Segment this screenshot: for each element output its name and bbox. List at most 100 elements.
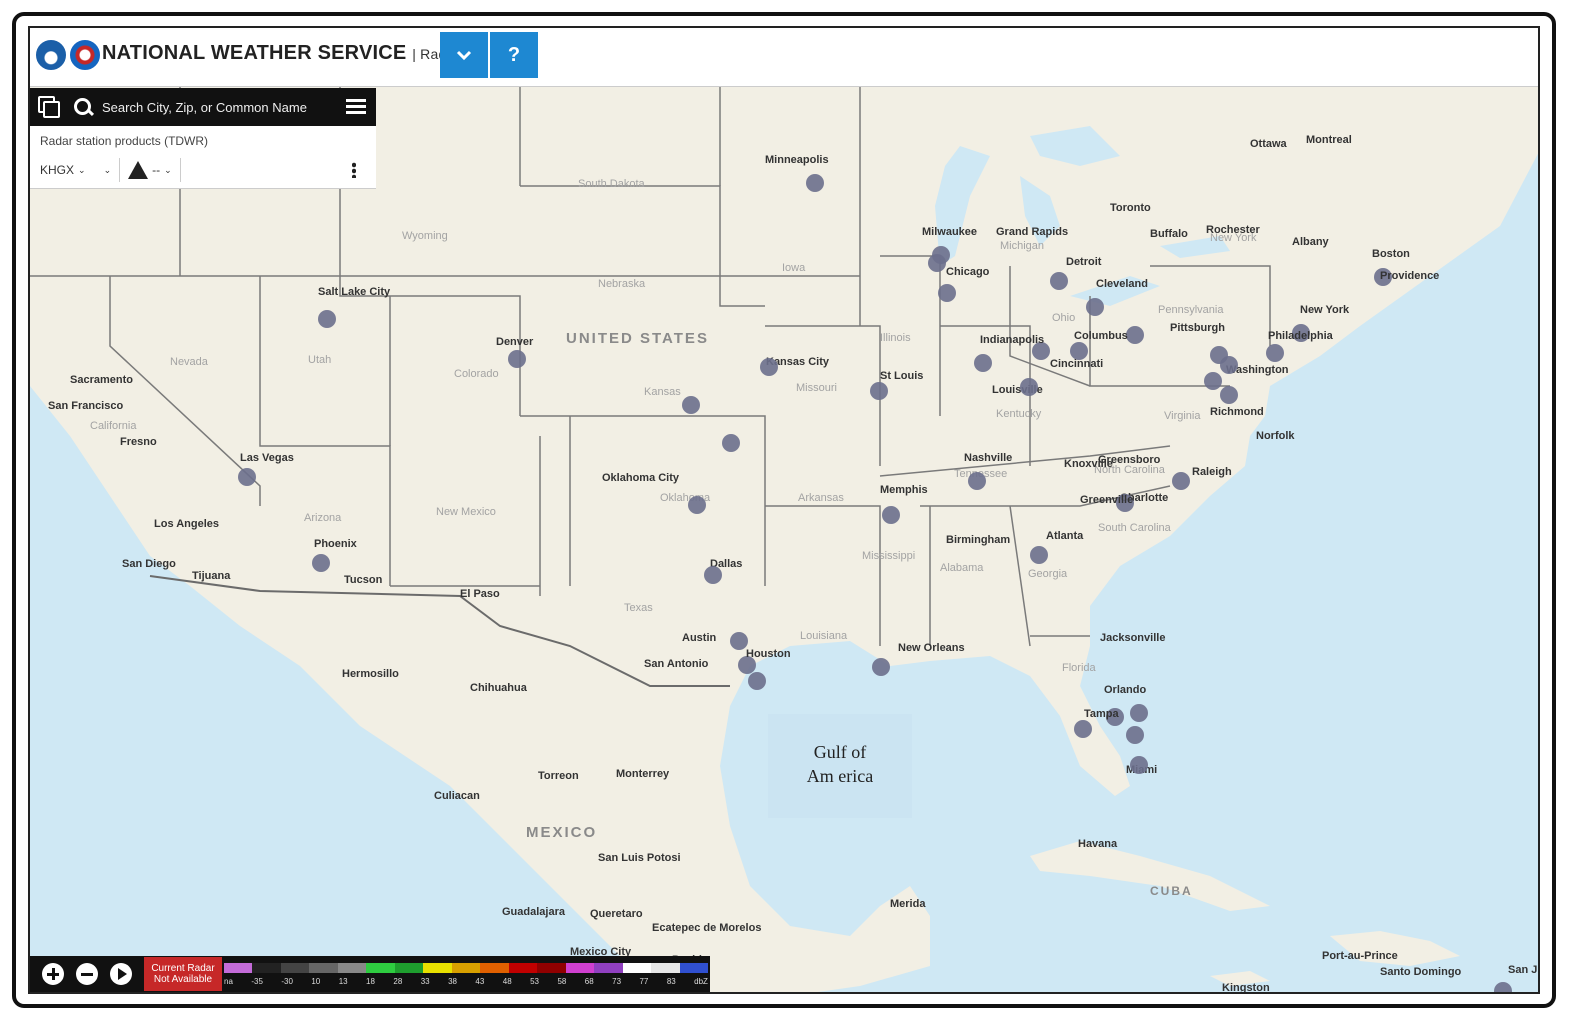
city-label: Indianapolis <box>980 334 1045 346</box>
radar-station-marker[interactable] <box>938 284 956 302</box>
radar-station-marker[interactable] <box>682 396 700 414</box>
city-label: Tucson <box>344 574 383 586</box>
state-label: Mississippi <box>862 550 916 562</box>
legend-tick: 48 <box>502 976 512 986</box>
legend-swatch <box>451 962 481 973</box>
radar-station-marker[interactable] <box>760 358 778 376</box>
radar-station-marker[interactable] <box>1204 372 1222 390</box>
radar-station-marker[interactable] <box>1130 756 1148 774</box>
radar-station-marker[interactable] <box>1126 326 1144 344</box>
search-input[interactable]: Search City, Zip, or Common Name <box>102 100 346 115</box>
legend-tick: dbZ <box>694 976 708 986</box>
legend-swatch <box>508 962 538 973</box>
legend-tick: na <box>224 976 233 986</box>
country-label-cuba: CUBA <box>1150 884 1193 898</box>
help-button[interactable]: ? <box>490 32 538 78</box>
radar-station-marker[interactable] <box>1130 704 1148 722</box>
legend-tick: 33 <box>420 976 430 986</box>
app-title-text: NATIONAL WEATHER SERVICE <box>102 42 407 64</box>
warning-icon <box>128 161 149 179</box>
more-options-icon[interactable] <box>352 162 356 178</box>
radar-station-marker[interactable] <box>748 672 766 690</box>
state-label: Kentucky <box>996 408 1042 420</box>
radar-station-marker[interactable] <box>872 658 890 676</box>
chevron-down-icon <box>456 50 472 61</box>
legend-ticks: na -35 -30 10 13 18 28 33 38 43 48 53 58 68 73 77 83 dbZ <box>224 977 708 986</box>
city-label: Birmingham <box>946 534 1011 546</box>
city-label: Queretaro <box>590 908 643 920</box>
radar-station-marker[interactable] <box>704 566 722 584</box>
radar-station-marker[interactable] <box>312 554 330 572</box>
chevron-down-icon: ⌄ <box>164 164 172 175</box>
radar-station-marker[interactable] <box>1220 386 1238 404</box>
radar-station-marker[interactable] <box>968 472 986 490</box>
state-label: Arizona <box>304 512 342 524</box>
alert-value: -- <box>152 163 161 177</box>
radar-station-marker[interactable] <box>1172 472 1190 490</box>
radar-station-marker[interactable] <box>1030 546 1048 564</box>
legend-tick: 58 <box>557 976 567 986</box>
app-viewport: UNITED STATES MEXICO CUBA South Dakota N… <box>28 26 1540 994</box>
city-label: Guadalajara <box>502 906 565 918</box>
menu-icon[interactable] <box>346 99 366 115</box>
radar-station-marker[interactable] <box>974 354 992 372</box>
legend-tick: -35 <box>251 976 263 986</box>
radar-station-marker[interactable] <box>238 468 256 486</box>
city-label: Chicago <box>946 266 990 278</box>
city-label: Rochester <box>1206 224 1260 236</box>
city-label: San Luis Potosi <box>598 852 681 864</box>
radar-station-marker[interactable] <box>1086 298 1104 316</box>
city-label: Denver <box>496 336 534 348</box>
city-label: San Francisco <box>48 400 124 412</box>
map-canvas[interactable]: UNITED STATES MEXICO CUBA South Dakota N… <box>30 86 1538 994</box>
city-label: El Paso <box>460 588 500 600</box>
status-line1: Current Radar <box>151 963 215 974</box>
zoom-in-button[interactable] <box>42 963 64 985</box>
radar-station-marker[interactable] <box>722 434 740 452</box>
radar-station-marker[interactable] <box>1126 726 1144 744</box>
radar-station-marker[interactable] <box>806 174 824 192</box>
legend-swatch <box>337 962 367 973</box>
legend-swatch <box>224 962 253 973</box>
city-label: St Louis <box>880 370 924 382</box>
city-label: New York <box>1300 304 1350 316</box>
radar-station-marker[interactable] <box>688 496 706 514</box>
radar-station-marker[interactable] <box>1220 356 1238 374</box>
state-label: Arkansas <box>798 492 844 504</box>
city-label: Torreon <box>538 770 579 782</box>
radar-station-marker[interactable] <box>882 506 900 524</box>
radar-station-marker[interactable] <box>1494 982 1512 992</box>
city-label: Kingston <box>1222 982 1270 994</box>
layers-icon[interactable] <box>38 96 60 118</box>
city-label: Austin <box>682 632 717 644</box>
radar-station-marker[interactable] <box>318 310 336 328</box>
alert-select[interactable]: -- ⌄ <box>128 161 172 179</box>
gulf-label-line2: Am erica <box>806 766 874 786</box>
city-label: Monterrey <box>616 768 670 780</box>
city-label: Minneapolis <box>765 154 829 166</box>
city-label: New Orleans <box>898 642 965 654</box>
radar-station-marker[interactable] <box>1050 272 1068 290</box>
radar-station-marker[interactable] <box>1020 378 1038 396</box>
legend-swatch <box>309 962 338 973</box>
reflectivity-legend: na -35 -30 10 13 18 28 33 38 43 48 53 58 68 73 77 83 dbZ <box>224 962 708 986</box>
radar-station-marker[interactable] <box>1074 720 1092 738</box>
radar-station-marker[interactable] <box>928 254 946 272</box>
radar-station-marker[interactable] <box>508 350 526 368</box>
zoom-out-button[interactable] <box>76 963 98 985</box>
dropdown-button[interactable] <box>440 32 488 78</box>
search-icon[interactable] <box>72 96 94 118</box>
station-select[interactable]: KHGX ⌄ ⌄ <box>40 163 111 177</box>
state-label: California <box>90 420 137 432</box>
legend-swatch <box>394 962 424 973</box>
play-button[interactable] <box>110 963 132 985</box>
state-label: Kansas <box>644 386 681 398</box>
state-label: Nebraska <box>598 278 646 290</box>
legend-swatch <box>366 962 395 973</box>
radar-station-marker[interactable] <box>730 632 748 650</box>
legend-swatch <box>480 962 509 973</box>
radar-station-marker[interactable] <box>1266 344 1284 362</box>
radar-station-marker[interactable] <box>870 382 888 400</box>
state-label: Georgia <box>1028 568 1068 580</box>
city-label: Salt Lake City <box>318 286 391 298</box>
